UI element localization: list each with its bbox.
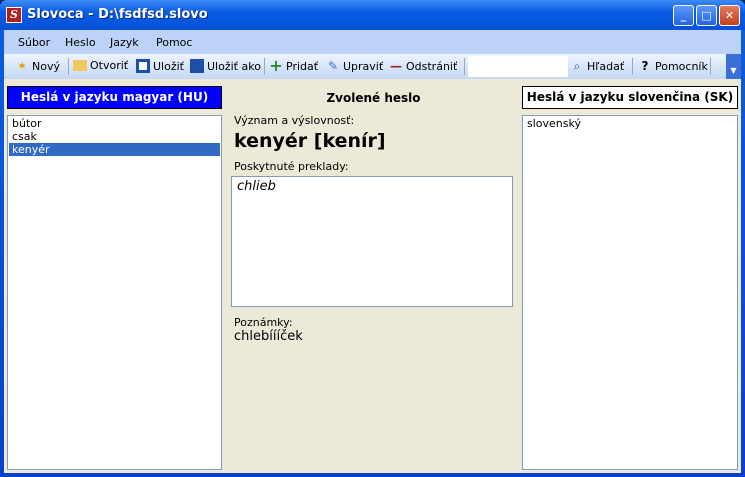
translations-box[interactable]: chlieb [231, 176, 513, 307]
remove-button[interactable]: — Odstrániť [389, 59, 457, 73]
close-button[interactable]: ✕ [719, 5, 740, 26]
toolbar-overflow-button[interactable]: ▼ [726, 54, 741, 79]
separator [632, 58, 633, 75]
search-input[interactable] [468, 56, 568, 77]
list-item[interactable]: csak [9, 130, 220, 143]
left-word-list[interactable]: bútor csak kenyér [7, 115, 222, 470]
remove-label: Odstrániť [406, 59, 458, 73]
open-button[interactable]: Otvoriť [73, 59, 128, 72]
menu-heslo[interactable]: Heslo [65, 36, 96, 49]
translations-label: Poskytnuté preklady: [234, 160, 349, 173]
right-word-list[interactable]: slovenský [522, 115, 738, 470]
find-icon: ⌕ [573, 59, 581, 73]
new-button[interactable]: ✶ Nový [15, 59, 60, 73]
save-button[interactable]: Uložiť [136, 59, 184, 73]
find-button[interactable]: ⌕ Hľadať [570, 59, 625, 73]
floppy-icon [136, 59, 150, 73]
left-language-header: Heslá v jazyku magyar (HU) [7, 86, 222, 109]
add-button[interactable]: + Pridať [269, 56, 319, 75]
find-label: Hľadať [587, 59, 625, 73]
selected-word-header: Zvolené heslo [326, 91, 421, 105]
menu-bar: Súbor Heslo Jazyk Pomoc [4, 30, 741, 54]
open-label: Otvoriť [90, 59, 129, 72]
save-as-button[interactable]: Uložiť ako [190, 59, 261, 73]
separator [264, 58, 265, 75]
main-panel: Heslá v jazyku magyar (HU) bútor csak ke… [4, 79, 741, 473]
helper-button[interactable]: ? Pomocník [638, 59, 708, 73]
save-as-label: Uložiť ako [207, 59, 261, 73]
toolbar: ✶ Nový Otvoriť Uložiť Uložiť ako + Pridať … [4, 54, 741, 79]
notes-label: Poznámky: [234, 316, 293, 329]
menu-jazyk[interactable]: Jazyk [110, 36, 139, 49]
save-label: Uložiť [153, 59, 184, 73]
title-bar: S Slovoca - D:\fsdfsd.slovo _ □ ✕ [0, 0, 745, 30]
helper-label: Pomocník [655, 59, 708, 73]
add-label: Pridať [286, 59, 319, 73]
notes-text: chlebíííček [234, 329, 303, 344]
list-item[interactable]: slovenský [524, 117, 736, 130]
menu-subor[interactable]: Súbor [18, 36, 50, 49]
new-document-icon: ✶ [16, 59, 28, 73]
separator [464, 58, 465, 75]
separator [68, 58, 69, 75]
edit-label: Upraviť [343, 59, 384, 73]
list-item-selected[interactable]: kenyér [9, 143, 220, 156]
new-label: Nový [32, 59, 60, 73]
edit-button[interactable]: ✎ Upraviť [326, 59, 383, 73]
app-icon: S [6, 7, 22, 23]
separator [710, 58, 711, 75]
pencil-icon: ✎ [327, 59, 339, 73]
help-icon: ? [641, 59, 649, 73]
minimize-button[interactable]: _ [673, 5, 694, 26]
minus-icon: — [390, 59, 402, 73]
list-item[interactable]: bútor [9, 117, 220, 130]
right-language-header: Heslá v jazyku slovenčina (SK) [522, 86, 738, 109]
app-window: S Slovoca - D:\fsdfsd.slovo _ □ ✕ Súbor … [0, 0, 745, 477]
plus-icon: + [269, 56, 283, 75]
folder-icon [73, 60, 87, 71]
selected-word: kenyér [kenír] [234, 130, 386, 152]
maximize-button[interactable]: □ [696, 5, 717, 26]
meaning-label: Význam a výslovnosť: [234, 114, 355, 127]
window-title: Slovoca - D:\fsdfsd.slovo [27, 7, 208, 22]
save-as-icon [190, 59, 204, 73]
menu-pomoc[interactable]: Pomoc [156, 36, 192, 49]
